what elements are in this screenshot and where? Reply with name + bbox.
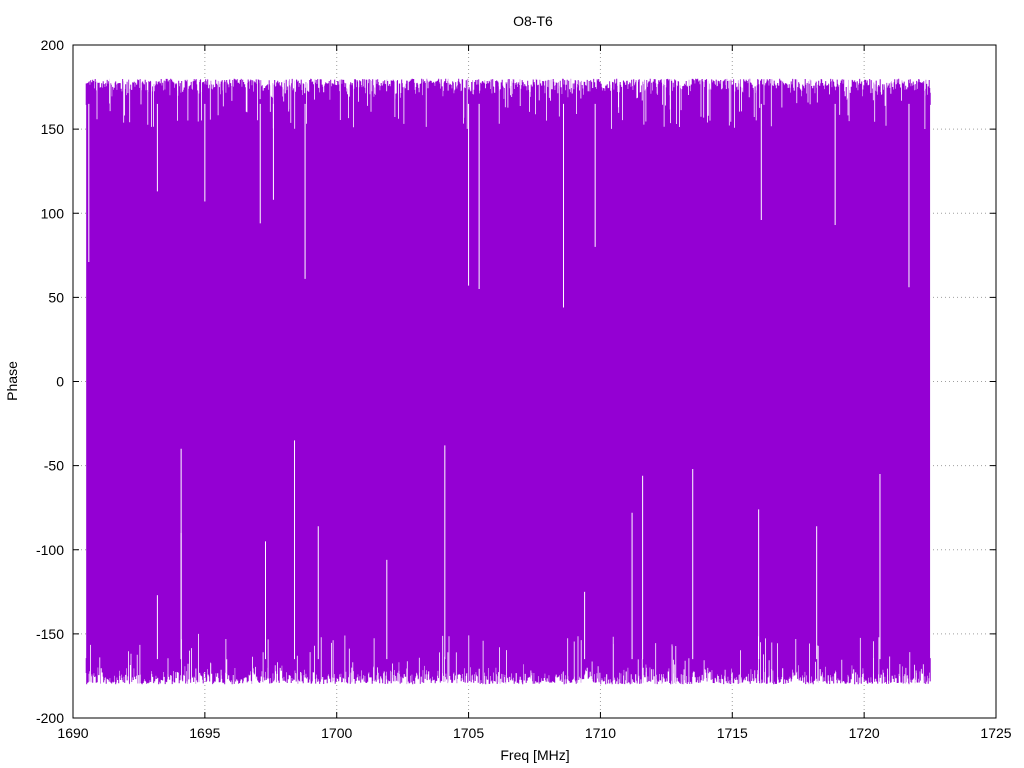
y-tick-label: -150 (36, 626, 64, 642)
series-fill-band (86, 103, 931, 660)
x-tick-label: 1695 (189, 725, 220, 741)
y-tick-label: -200 (36, 710, 64, 726)
x-tick-label: 1710 (585, 725, 616, 741)
x-tick-label: 1725 (980, 725, 1011, 741)
y-tick-label: 200 (41, 37, 65, 53)
x-tick-label: 1715 (717, 725, 748, 741)
y-axis-title: Phase (4, 361, 20, 401)
x-tick-label: 1705 (453, 725, 484, 741)
y-tick-label: -50 (44, 458, 64, 474)
x-tick-label: 1700 (321, 725, 352, 741)
x-axis-title: Freq [MHz] (500, 747, 569, 763)
y-tick-label: 0 (56, 374, 64, 390)
y-tick-label: -100 (36, 542, 64, 558)
series-phase (85, 77, 931, 686)
y-tick-label: 150 (41, 121, 65, 137)
x-tick-label: 1720 (849, 725, 880, 741)
series-lower-envelope (85, 658, 931, 685)
phase-chart: 1690 1695 1700 1705 1710 1715 1720 1725 -200 -15… (4, 13, 1012, 763)
x-tick-label: 1690 (57, 725, 88, 741)
y-tick-label: 50 (48, 289, 64, 305)
y-tick-label: 100 (41, 205, 65, 221)
chart-title: O8-T6 (513, 13, 553, 29)
